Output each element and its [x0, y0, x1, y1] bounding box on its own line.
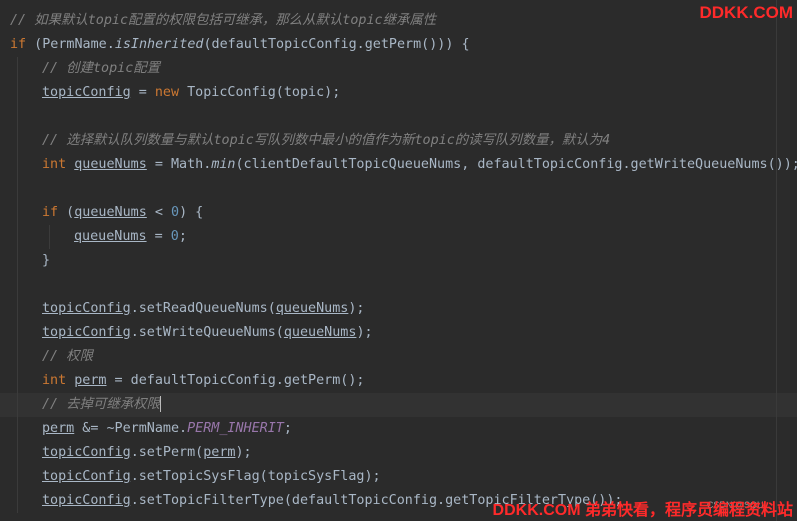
code-token: .setTopicSysFlag(topicSysFlag); [130, 469, 381, 484]
code-token: isInherited [114, 37, 204, 52]
code-line[interactable]: perm &= ~PermName.PERM_INHERIT; [0, 417, 797, 441]
code-token: .setWriteQueueNums( [130, 325, 284, 340]
code-token: ); [348, 301, 365, 316]
code-token: .setPerm( [130, 445, 204, 460]
code-token: TopicConfig(topic); [179, 85, 341, 100]
code-token: ; [178, 229, 187, 244]
indent-guide [17, 57, 18, 513]
code-line[interactable]: // 如果默认topic配置的权限包括可继承，那么从默认topic继承属性 [0, 9, 797, 33]
code-line[interactable]: } [0, 249, 797, 273]
code-line[interactable] [0, 273, 797, 297]
code-line[interactable]: topicConfig = new TopicConfig(topic); [0, 81, 797, 105]
code-token: 0 [170, 229, 179, 244]
code-line[interactable]: // 选择默认队列数量与默认topic写队列数中最小的值作为新topic的读写队… [0, 129, 797, 153]
code-token: (clientDefaultTopicQueueNums, defaultTop… [235, 157, 797, 172]
code-token: topicConfig [42, 301, 131, 316]
code-line[interactable]: topicConfig.setWriteQueueNums(queueNums)… [0, 321, 797, 345]
code-token: new [154, 85, 180, 100]
code-token: (defaultTopicConfig.getPerm())) { [203, 37, 470, 52]
code-token: topicConfig [42, 445, 131, 460]
code-token: perm [42, 421, 75, 436]
code-token: PERM_INHERIT [187, 421, 284, 436]
code-token: queueNums [283, 325, 357, 340]
code-token: perm [203, 445, 236, 460]
code-token: ) { [179, 205, 204, 220]
code-token: // 去掉可继承权限 [42, 397, 160, 412]
code-line[interactable]: if (PermName.isInherited(defaultTopicCon… [0, 33, 797, 57]
code-line[interactable] [0, 105, 797, 129]
code-token: = Math. [146, 157, 212, 172]
code-token: if [42, 205, 59, 220]
code-token: = [130, 85, 155, 100]
code-line[interactable]: topicConfig.setTopicSysFlag(topicSysFlag… [0, 465, 797, 489]
code-token: } [42, 253, 51, 268]
code-token: // 选择默认队列数量与默认topic写队列数中最小的值作为新topic的读写队… [42, 133, 611, 148]
code-token: // 创建topic配置 [42, 61, 161, 76]
right-margin-guide [776, 0, 777, 521]
code-token: < [146, 205, 171, 220]
code-token: = defaultTopicConfig.getPerm(); [106, 373, 365, 388]
code-token: queueNums [74, 205, 147, 220]
watermark-top: DDKK.COM [699, 3, 794, 22]
code-token: int [42, 373, 67, 388]
code-token: (PermName. [26, 37, 115, 52]
code-line[interactable]: int perm = defaultTopicConfig.getPerm(); [0, 369, 797, 393]
code-token: topicConfig [42, 325, 131, 340]
code-line[interactable]: // 权限 [0, 345, 797, 369]
code-token: int [42, 157, 67, 172]
code-token: queueNums [275, 301, 349, 316]
text-caret [159, 396, 161, 412]
code-token: = [146, 229, 171, 244]
code-line[interactable]: if (queueNums < 0) { [0, 201, 797, 225]
code-token: // 如果默认topic配置的权限包括可继承，那么从默认topic继承属性 [10, 13, 437, 28]
code-token: queueNums [74, 229, 147, 244]
indent-guide [49, 225, 50, 249]
code-line[interactable]: // 去掉可继承权限 [0, 393, 797, 417]
code-token: ; [283, 421, 292, 436]
code-token: if [10, 37, 27, 52]
code-token: ( [58, 205, 75, 220]
code-editor[interactable]: // 如果默认topic配置的权限包括可继承，那么从默认topic继承属性 if … [0, 0, 797, 521]
code-token: ); [356, 325, 373, 340]
code-token: // 权限 [42, 349, 93, 364]
watermark-bottom: DDKK.COM 弟弟快看，程序员编程资料站 [492, 502, 793, 519]
code-line[interactable]: int queueNums = Math.min(clientDefaultTo… [0, 153, 797, 177]
code-token: topicConfig [42, 85, 131, 100]
code-line[interactable]: queueNums = 0; [0, 225, 797, 249]
code-token: topicConfig [42, 493, 131, 508]
code-token: .setReadQueueNums( [130, 301, 276, 316]
code-token: min [211, 157, 236, 172]
code-line[interactable] [0, 177, 797, 201]
code-token: &= ~PermName. [74, 421, 188, 436]
code-token: 0 [171, 205, 180, 220]
code-line[interactable]: // 创建topic配置 [0, 57, 797, 81]
code-token: perm [74, 373, 107, 388]
code-line[interactable]: topicConfig.setPerm(perm); [0, 441, 797, 465]
code-token: ); [235, 445, 252, 460]
code-line[interactable]: topicConfig.setReadQueueNums(queueNums); [0, 297, 797, 321]
code-token: queueNums [74, 157, 147, 172]
code-token: topicConfig [42, 469, 131, 484]
